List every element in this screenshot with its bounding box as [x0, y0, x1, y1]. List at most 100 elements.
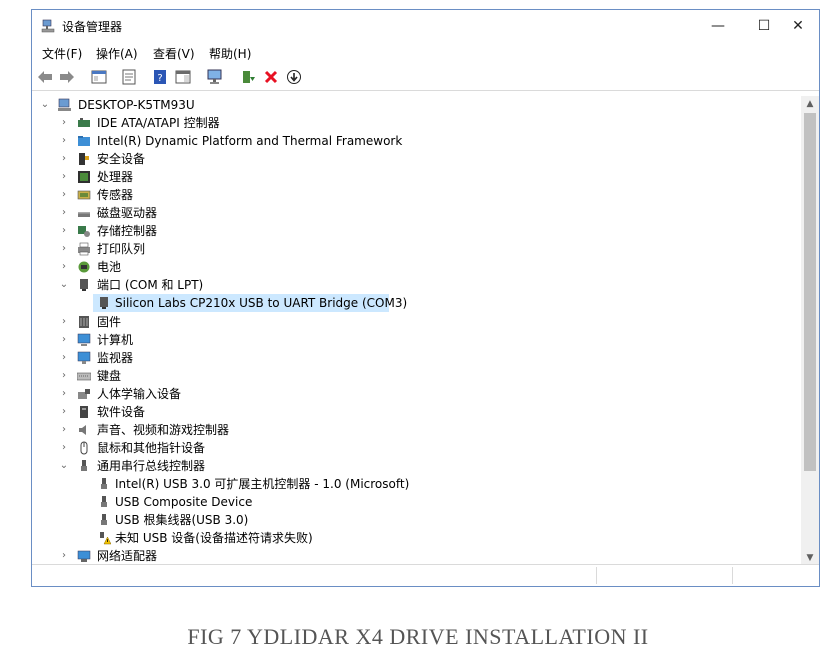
disable-device-down-arrow-icon[interactable]	[285, 68, 303, 86]
action-pane-icon[interactable]	[174, 68, 192, 86]
audio-icon	[79, 425, 86, 435]
chevron-right-icon[interactable]: ›	[59, 168, 69, 186]
keyboard-icon	[77, 372, 91, 381]
menu-view[interactable]: 查看(V)	[153, 45, 195, 62]
tree-item-label: 打印队列	[97, 242, 146, 256]
chevron-right-icon[interactable]: ›	[59, 258, 69, 276]
printer-icon	[78, 242, 90, 256]
update-driver-icon[interactable]	[239, 68, 257, 86]
chevron-right-icon[interactable]: ›	[59, 349, 69, 367]
scan-hardware-icon[interactable]	[206, 68, 224, 86]
chevron-right-icon[interactable]: ›	[59, 222, 69, 240]
menu-file[interactable]: 文件(F)	[42, 45, 82, 62]
device-tree: ⌄ DESKTOP-K5TM93U › IDE ATA/ATAPI 控制器 › …	[32, 96, 801, 566]
root-label: DESKTOP-K5TM93U	[78, 98, 195, 112]
tree-item-label: Intel(R) USB 3.0 可扩展主机控制器 - 1.0 (Microso…	[115, 477, 410, 491]
menu-action[interactable]: 操作(A)	[96, 45, 138, 62]
tree-item-label: 键盘	[97, 369, 122, 383]
tree-item-label: 传感器	[97, 188, 134, 202]
chevron-right-icon[interactable]: ›	[59, 313, 69, 331]
tree-item-label: 声音、视频和游戏控制器	[97, 423, 230, 437]
tree-item-label: 监视器	[97, 351, 134, 365]
help-icon[interactable]: ?	[151, 68, 169, 86]
chevron-right-icon[interactable]: ›	[59, 367, 69, 385]
chevron-right-icon[interactable]: ›	[59, 240, 69, 258]
scrollbar-thumb[interactable]	[804, 113, 816, 471]
usb-icon	[81, 460, 87, 471]
close-button[interactable]: ✕	[775, 10, 819, 43]
minimize-button[interactable]: —	[695, 10, 741, 43]
tree-item-label: 存储控制器	[97, 224, 158, 238]
chevron-right-icon[interactable]: ›	[59, 186, 69, 204]
usb-icon	[101, 496, 107, 507]
port-icon	[80, 279, 88, 291]
sensor-icon	[77, 190, 91, 200]
show-hide-console-tree-icon[interactable]	[90, 68, 108, 86]
chevron-right-icon[interactable]: ›	[59, 204, 69, 222]
vertical-scrollbar[interactable]: ▲ ▼	[801, 96, 819, 566]
svg-text:?: ?	[157, 73, 162, 84]
tree-item-label: Silicon Labs CP210x USB to UART Bridge (…	[115, 296, 408, 310]
tree-item-label: 计算机	[97, 333, 134, 347]
folder-icon	[78, 136, 90, 146]
chevron-right-icon[interactable]: ›	[59, 385, 69, 403]
port-icon	[100, 297, 108, 309]
chevron-right-icon[interactable]: ›	[59, 331, 69, 349]
monitor-icon	[77, 351, 91, 364]
figure-caption: FIG 7 YDLIDAR X4 DRIVE INSTALLATION II	[187, 624, 649, 649]
disk-icon	[78, 212, 90, 217]
processor-icon	[78, 171, 90, 183]
tree-item-label: 网络适配器	[97, 549, 158, 563]
security-icon	[79, 153, 89, 165]
status-divider	[596, 567, 597, 584]
tree-item-label: 处理器	[97, 170, 134, 184]
tree-item-label: 未知 USB 设备(设备描述符请求失败)	[115, 531, 313, 545]
storage-icon	[78, 226, 90, 237]
device-manager-window: 设备管理器 — ☐ ✕ 文件(F) 操作(A) 查看(V) 帮助(H) ? ⌄ …	[31, 9, 820, 587]
tree-item-label: 磁盘驱动器	[97, 206, 158, 220]
tree-item-cp210x-selected[interactable]: Silicon Labs CP210x USB to UART Bridge (…	[93, 294, 407, 312]
network-icon	[77, 550, 91, 562]
window-title: 设备管理器	[62, 20, 123, 34]
tree-item-label: 软件设备	[97, 405, 146, 419]
computer-icon	[58, 98, 71, 111]
properties-icon[interactable]	[120, 68, 138, 86]
usb-icon	[101, 478, 107, 489]
chevron-down-icon[interactable]: ⌄	[59, 457, 69, 475]
chevron-down-icon[interactable]: ⌄	[59, 276, 69, 294]
tree-item-label: 人体学输入设备	[97, 387, 182, 401]
tree-item-label: USB Composite Device	[115, 495, 253, 509]
computer-icon	[77, 333, 91, 346]
title-bar[interactable]: 设备管理器 — ☐ ✕	[32, 10, 819, 43]
chevron-right-icon[interactable]: ›	[59, 547, 69, 565]
toolbar: ?	[32, 64, 819, 91]
software-device-icon	[80, 406, 88, 418]
battery-icon	[78, 261, 90, 273]
tree-item-label: 通用串行总线控制器	[97, 459, 206, 473]
chevron-down-icon[interactable]: ⌄	[40, 96, 50, 114]
chevron-right-icon[interactable]: ›	[59, 421, 69, 439]
forward-arrow-icon[interactable]	[58, 68, 76, 86]
chevron-right-icon[interactable]: ›	[59, 439, 69, 457]
uninstall-device-x-icon[interactable]	[262, 68, 280, 86]
tree-item-label: USB 根集线器(USB 3.0)	[115, 513, 249, 527]
tree-item-label: IDE ATA/ATAPI 控制器	[97, 116, 220, 130]
ide-controller-icon	[78, 118, 90, 127]
device-manager-icon	[41, 19, 55, 33]
usb-warning-icon	[100, 532, 111, 545]
mouse-icon	[80, 441, 88, 455]
back-arrow-icon[interactable]	[36, 68, 54, 86]
tree-item-label: Intel(R) Dynamic Platform and Thermal Fr…	[97, 134, 403, 148]
status-divider	[732, 567, 733, 584]
menu-help[interactable]: 帮助(H)	[209, 45, 251, 62]
hid-icon	[78, 389, 90, 399]
tree-item-label: 安全设备	[97, 152, 146, 166]
scroll-up-arrow-icon[interactable]: ▲	[801, 96, 819, 112]
chevron-right-icon[interactable]: ›	[59, 403, 69, 421]
menu-bar: 文件(F) 操作(A) 查看(V) 帮助(H)	[32, 43, 819, 63]
chevron-right-icon[interactable]: ›	[59, 132, 69, 150]
chevron-right-icon[interactable]: ›	[59, 150, 69, 168]
usb-icon	[101, 514, 107, 525]
tree-item-label: 固件	[97, 315, 122, 329]
chevron-right-icon[interactable]: ›	[59, 114, 69, 132]
